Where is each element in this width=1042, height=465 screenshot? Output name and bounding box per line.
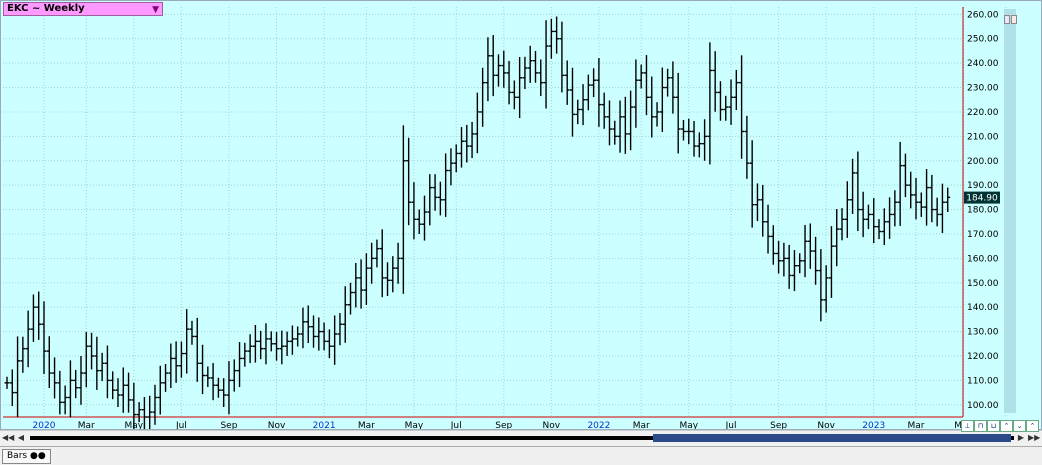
y-tick-label: 150.00 bbox=[967, 279, 999, 289]
y-tick-label: 130.00 bbox=[967, 328, 999, 338]
y-tick-label: 160.00 bbox=[967, 254, 999, 264]
y-tick-label: 220.00 bbox=[967, 108, 999, 118]
last-price-label: 184.90 bbox=[966, 194, 998, 204]
y-tick-label: 100.00 bbox=[967, 401, 999, 411]
scroll-start-icon[interactable]: ◀◀ bbox=[2, 433, 14, 443]
x-tick-label: May bbox=[405, 421, 424, 429]
x-tick-label: Jul bbox=[450, 421, 462, 429]
bars-tab-label: Bars bbox=[7, 451, 28, 461]
y-tick-label: 260.00 bbox=[967, 10, 999, 20]
x-tick-label: 2021 bbox=[313, 421, 336, 429]
x-tick-label: Sep bbox=[495, 421, 512, 429]
x-tick-label: Nov bbox=[268, 421, 286, 429]
x-tick-label: Jul bbox=[175, 421, 187, 429]
y-tick-label: 180.00 bbox=[967, 206, 999, 216]
x-tick-label: Nov bbox=[817, 421, 835, 429]
scroll-right-icon[interactable]: ▶ bbox=[1016, 433, 1026, 443]
tool-button-1[interactable]: ⊥ bbox=[961, 420, 974, 432]
tool-button-2[interactable]: ⊓ bbox=[974, 420, 987, 432]
y-tick-label: 170.00 bbox=[967, 230, 999, 240]
y-tick-label: 120.00 bbox=[967, 352, 999, 362]
bars-tab-icon: ●● bbox=[29, 451, 46, 461]
y-tick-label: 110.00 bbox=[967, 376, 999, 386]
x-tick-label: Mar bbox=[78, 421, 95, 429]
tool-button-6[interactable]: ⌃ bbox=[1026, 420, 1039, 432]
x-tick-label: Sep bbox=[770, 421, 787, 429]
tool-button-3[interactable]: ⊔ bbox=[987, 420, 1000, 432]
price-chart-svg: 100.00 110.00 120.00 130.00 140.00 150.00 160.… bbox=[3, 7, 1011, 429]
scroll-left-icon[interactable]: ◀ bbox=[16, 433, 26, 443]
x-tick-label: Mar bbox=[633, 421, 650, 429]
x-tick-label: Jul bbox=[725, 421, 737, 429]
y-tick-label: 200.00 bbox=[967, 157, 999, 167]
chevron-down-icon[interactable]: ▼ bbox=[152, 4, 159, 16]
x-tick-label: Mar bbox=[908, 421, 925, 429]
y-tick-label: 140.00 bbox=[967, 303, 999, 313]
scale-box-icon[interactable] bbox=[1011, 15, 1017, 24]
x-tick-label: 2023 bbox=[862, 421, 885, 429]
x-tick-label: 2022 bbox=[587, 421, 610, 429]
bars-tab[interactable]: Bars ●● bbox=[2, 449, 51, 464]
tool-button-4[interactable]: ⌃ bbox=[1000, 420, 1013, 432]
y-tick-label: 210.00 bbox=[967, 132, 999, 142]
x-tick-label: Sep bbox=[220, 421, 237, 429]
tool-button-5[interactable]: ⌄ bbox=[1013, 420, 1026, 432]
symbol-label: EKC ~ Weekly bbox=[7, 3, 85, 14]
scale-icons[interactable] bbox=[1004, 9, 1018, 24]
x-tick-label: Nov bbox=[543, 421, 561, 429]
scroll-end-icon[interactable]: ▶▶ bbox=[1028, 433, 1040, 443]
y-tick-label: 190.00 bbox=[967, 181, 999, 191]
horizontal-scrollbar[interactable]: ◀◀ ◀ ▶ ▶▶ bbox=[0, 430, 1042, 445]
scale-box-icon[interactable] bbox=[1004, 15, 1010, 24]
price-chart[interactable]: 100.00 110.00 120.00 130.00 140.00 150.00 160.… bbox=[0, 0, 1042, 430]
x-tick-label: Mar bbox=[358, 421, 375, 429]
y-tick-label: 230.00 bbox=[967, 84, 999, 94]
status-bar: Bars ●● bbox=[0, 446, 1042, 465]
symbol-selector[interactable]: EKC ~ Weekly ▼ bbox=[3, 2, 163, 16]
x-tick-label: May bbox=[679, 421, 698, 429]
right-scale-strip bbox=[1004, 9, 1016, 413]
y-tick-label: 240.00 bbox=[967, 59, 999, 69]
x-tick-label: 2020 bbox=[33, 421, 56, 429]
scroll-thumb[interactable] bbox=[653, 434, 1011, 442]
y-tick-label: 250.00 bbox=[967, 35, 999, 45]
